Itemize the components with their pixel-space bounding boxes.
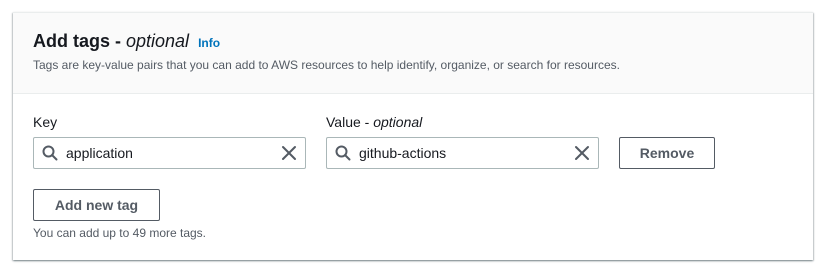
value-label-text: Value - [326,114,370,130]
value-label-optional: optional [373,114,423,130]
close-icon[interactable] [281,145,297,161]
add-new-tag-button[interactable]: Add new tag [33,189,160,221]
panel-header: Add tags - optional Info Tags are key-va… [13,13,813,94]
add-tags-panel: Add tags - optional Info Tags are key-va… [13,12,813,260]
value-input[interactable]: github-actions [326,137,599,169]
key-input-value[interactable]: application [66,145,133,161]
info-link[interactable]: Info [198,36,220,50]
title-optional-text: optional [126,31,190,51]
search-icon [335,145,351,161]
tag-limit-hint: You can add up to 49 more tags. [33,226,207,240]
value-input-value[interactable]: github-actions [359,145,446,161]
remove-tag-button[interactable]: Remove [619,137,715,169]
value-label: Value - optional [326,114,422,130]
title-text: Add tags - [33,31,121,51]
panel-title: Add tags - optional Info [33,31,220,52]
search-icon [42,145,58,161]
key-label: Key [33,114,58,130]
key-input[interactable]: application [33,137,306,169]
panel-description: Tags are key-value pairs that you can ad… [33,58,620,72]
close-icon[interactable] [574,145,590,161]
